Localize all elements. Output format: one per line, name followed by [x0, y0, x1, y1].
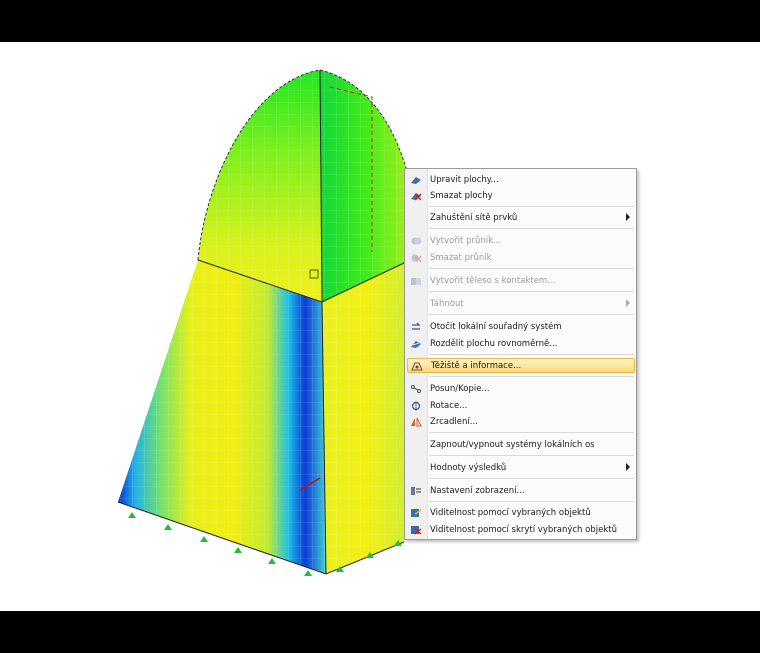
visibility-hide-icon: [407, 522, 425, 537]
menu-item-toggle-local-axes[interactable]: Zapnout/vypnout systémy lokálních os: [407, 437, 635, 452]
menu-separator: [429, 432, 634, 433]
bottom-letterbox: [0, 611, 760, 653]
menu-separator: [429, 228, 634, 229]
menu-separator: [429, 376, 634, 377]
menu-separator: [429, 501, 634, 502]
context-menu[interactable]: Upravit plochy... Smazat plochy Zahuštěn…: [404, 168, 637, 540]
menu-item-delete-surfaces[interactable]: Smazat plochy: [407, 188, 635, 203]
menu-item-move-copy[interactable]: Posun/Kopie...: [407, 381, 635, 396]
display-settings-icon: [407, 483, 425, 498]
menu-item-edit-surfaces[interactable]: Upravit plochy...: [407, 172, 635, 187]
menu-item-result-values[interactable]: Hodnoty výsledků: [407, 460, 635, 475]
edit-surface-icon: [407, 172, 425, 187]
menu-separator: [429, 314, 634, 315]
submenu-arrow-icon: [626, 213, 630, 221]
menu-item-create-intersection[interactable]: Vytvořit průnik...: [407, 233, 635, 248]
solid-contact-icon: [407, 273, 425, 288]
menu-separator: [429, 354, 634, 355]
intersection-icon: [407, 233, 425, 248]
menu-item-rotation[interactable]: Rotace...: [407, 398, 635, 413]
divide-surface-icon: [407, 336, 425, 351]
delete-surface-icon: [407, 188, 425, 203]
menu-item-mirror[interactable]: Zrcadlení...: [407, 414, 635, 429]
menu-item-display-settings[interactable]: Nastavení zobrazení...: [407, 483, 635, 498]
centroid-icon: [408, 358, 426, 373]
menu-item-visibility-hide-selected[interactable]: Viditelnost pomocí skrytí vybraných obje…: [407, 522, 635, 537]
submenu-arrow-icon: [626, 299, 630, 307]
menu-item-visibility-selected[interactable]: Viditelnost pomocí vybraných objektů: [407, 505, 635, 520]
move-copy-icon: [407, 381, 425, 396]
mirror-icon: [407, 414, 425, 429]
menu-item-delete-intersection[interactable]: Smazat průnik: [407, 250, 635, 265]
submenu-arrow-icon: [626, 463, 630, 471]
model-viewport[interactable]: [0, 42, 760, 611]
surface-results-plot[interactable]: [0, 42, 760, 611]
menu-separator: [429, 455, 634, 456]
fe-mesh-overlay: [118, 70, 412, 574]
menu-item-drag[interactable]: Táhnout: [407, 296, 635, 311]
delete-intersection-icon: [407, 250, 425, 265]
menu-item-rotate-local-axes[interactable]: Otočit lokální souřadný systém: [407, 319, 635, 334]
menu-item-create-solid-contact[interactable]: Vytvořit těleso s kontaktem...: [407, 273, 635, 288]
rotate-icon: [407, 398, 425, 413]
top-letterbox: [0, 0, 760, 42]
menu-separator: [429, 268, 634, 269]
rotate-axes-icon: [407, 319, 425, 334]
menu-item-mesh-refinement[interactable]: Zahuštění sítě prvků: [407, 210, 635, 225]
menu-item-divide-surface[interactable]: Rozdělit plochu rovnoměrně...: [407, 336, 635, 351]
visibility-selected-icon: [407, 505, 425, 520]
menu-separator: [429, 206, 634, 207]
menu-separator: [429, 291, 634, 292]
menu-separator: [429, 478, 634, 479]
menu-item-centroid-info[interactable]: Těžiště a informace...: [407, 358, 635, 373]
